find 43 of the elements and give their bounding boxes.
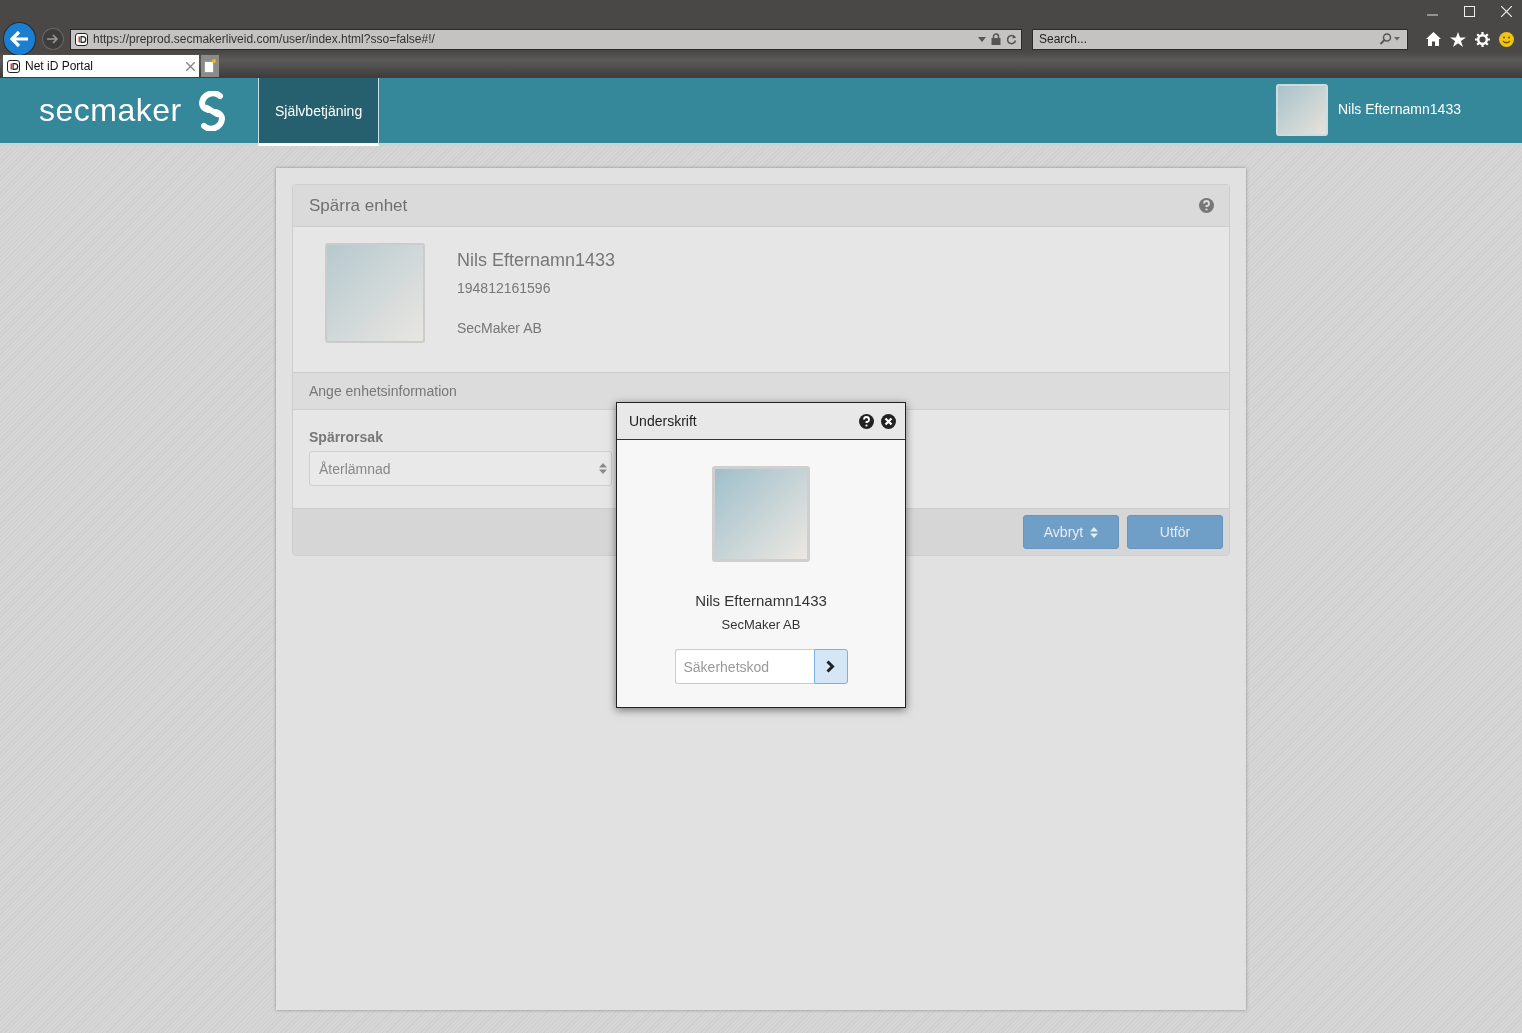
logo-text: secmaker: [39, 92, 182, 129]
panel-title: Spärra enhet: [309, 195, 408, 216]
site-icon: [75, 32, 88, 46]
sort-icon: [599, 463, 607, 474]
forward-button[interactable]: [42, 28, 64, 50]
section-title: Ange enhetsinformation: [293, 373, 1229, 410]
new-tab-button[interactable]: [201, 55, 219, 77]
arrow-right-icon: [47, 34, 60, 44]
lock-icon: [991, 33, 1001, 45]
sort-icon: [1090, 526, 1099, 538]
person-name: Nils Efternamn1433: [695, 592, 827, 609]
chevron-right-icon: [826, 660, 835, 673]
search-field[interactable]: Search...: [1039, 32, 1379, 46]
cancel-button[interactable]: Avbryt: [1023, 515, 1119, 549]
nav-tab[interactable]: Självbetjäning: [258, 78, 380, 146]
search-bar[interactable]: Search...: [1032, 28, 1408, 50]
organization: SecMaker AB: [457, 320, 543, 336]
site-icon: [7, 59, 20, 73]
submit-button[interactable]: [813, 649, 848, 684]
submit-button[interactable]: Utför: [1127, 515, 1223, 549]
address-bar[interactable]: https://preprod.secmakerliveid.com/user/index.html?sso=false#!/: [70, 28, 1022, 50]
dropdown-icon[interactable]: [978, 36, 986, 42]
home-icon[interactable]: [1426, 32, 1441, 46]
star-icon[interactable]: [1450, 31, 1466, 47]
help-icon[interactable]: [859, 413, 874, 429]
person-name: Nils Efternamn1433: [457, 250, 616, 271]
arrow-left-icon: [9, 30, 30, 48]
back-button[interactable]: [3, 22, 37, 56]
search-icon[interactable]: [1379, 33, 1401, 45]
person-id: 194812161596: [457, 280, 552, 296]
smiley-icon[interactable]: [1499, 31, 1514, 47]
settings-icon[interactable]: [1475, 31, 1490, 47]
refresh-icon[interactable]: [1006, 33, 1017, 45]
user-name[interactable]: Nils Efternamn1433: [1338, 101, 1461, 117]
security-code-field[interactable]: Säkerhetskod: [674, 649, 814, 684]
browser-tab[interactable]: Net iD Portal: [3, 55, 199, 77]
photo-placeholder: [1276, 84, 1328, 136]
dialog-title: Underskrift: [629, 413, 698, 429]
organization: SecMaker AB: [721, 617, 801, 632]
reason-select[interactable]: Återlämnad: [309, 451, 612, 486]
maximize-icon[interactable]: [1464, 6, 1475, 17]
field-label: Spärrorsak: [309, 429, 384, 445]
close-icon[interactable]: [881, 413, 896, 429]
